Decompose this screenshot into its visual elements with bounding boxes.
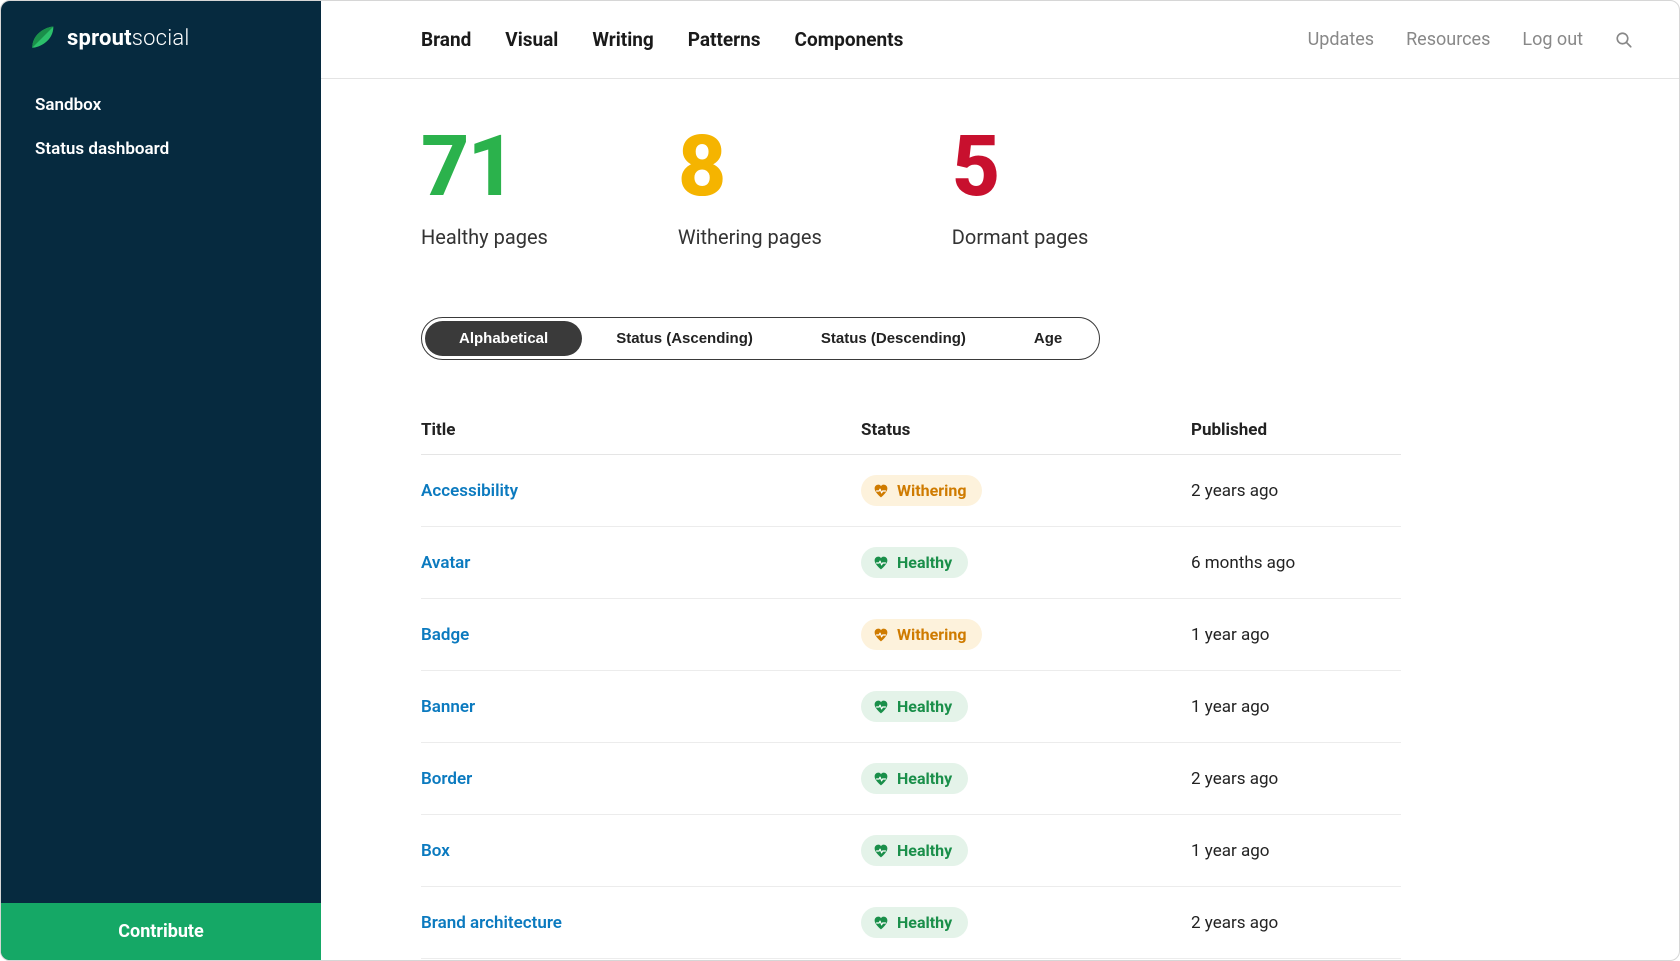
stat-value: 5 [952, 125, 1089, 209]
stat-block: 8 Withering pages [678, 125, 822, 249]
row-title-link[interactable]: Brand architecture [421, 913, 861, 933]
stat-value: 8 [678, 125, 822, 209]
topbar: Brand Visual Writing Patterns Components Upd… [321, 1, 1679, 79]
status-badge-label: Healthy [897, 913, 952, 932]
nav-primary-link[interactable]: Brand [421, 28, 471, 51]
sidebar: sproutsocial SandboxStatus dashboard Con… [1, 1, 321, 960]
row-title-link[interactable]: Badge [421, 625, 861, 645]
table-row: Box Healthy 1 year ago [421, 815, 1401, 887]
row-title-link[interactable]: Banner [421, 697, 861, 717]
row-status-cell: Healthy [861, 835, 1191, 866]
status-badge-label: Healthy [897, 553, 952, 572]
sidebar-nav: SandboxStatus dashboard [1, 79, 321, 175]
brand-text: sproutsocial [67, 26, 190, 51]
nav-secondary-link[interactable]: Updates [1308, 29, 1374, 50]
status-badge-label: Healthy [897, 697, 952, 716]
sort-option[interactable]: Status (Ascending) [582, 321, 787, 356]
table-row: Accessibility Withering 2 years ago [421, 455, 1401, 527]
table-header: Title Status Published [421, 406, 1401, 455]
heart-pulse-icon [873, 484, 889, 498]
heart-pulse-icon [873, 916, 889, 930]
secondary-nav: Updates Resources Log out [1308, 29, 1633, 50]
row-title-link[interactable]: Box [421, 841, 861, 861]
row-title-link[interactable]: Avatar [421, 553, 861, 573]
heart-pulse-icon [873, 844, 889, 858]
heart-pulse-icon [873, 700, 889, 714]
status-badge: Healthy [861, 907, 968, 938]
sort-option[interactable]: Status (Descending) [787, 321, 1000, 356]
status-badge: Withering [861, 619, 982, 650]
table-row: Border Healthy 2 years ago [421, 743, 1401, 815]
sort-segmented-control: AlphabeticalStatus (Ascending)Status (De… [421, 317, 1100, 360]
row-published: 1 year ago [1191, 697, 1401, 717]
row-published: 2 years ago [1191, 913, 1401, 933]
row-published: 1 year ago [1191, 841, 1401, 861]
status-badge-label: Withering [897, 625, 966, 644]
row-published: 6 months ago [1191, 553, 1401, 573]
nav-secondary-link[interactable]: Resources [1406, 29, 1490, 50]
row-title-link[interactable]: Accessibility [421, 481, 861, 501]
header-title: Title [421, 420, 861, 440]
nav-primary-link[interactable]: Patterns [688, 28, 761, 51]
stat-value: 71 [421, 125, 548, 209]
row-title-link[interactable]: Border [421, 769, 861, 789]
heart-pulse-icon [873, 772, 889, 786]
row-published: 2 years ago [1191, 769, 1401, 789]
stat-block: 71 Healthy pages [421, 125, 548, 249]
stat-label: Dormant pages [952, 225, 1089, 249]
leaf-icon [29, 25, 55, 51]
sidebar-item[interactable]: Sandbox [13, 83, 309, 127]
stat-block: 5 Dormant pages [952, 125, 1089, 249]
header-status: Status [861, 420, 1191, 440]
status-badge: Healthy [861, 835, 968, 866]
status-badge-label: Withering [897, 481, 966, 500]
table-row: Banner Healthy 1 year ago [421, 671, 1401, 743]
sort-option[interactable]: Age [1000, 321, 1096, 356]
brand-logo[interactable]: sproutsocial [1, 1, 321, 79]
row-status-cell: Healthy [861, 547, 1191, 578]
stat-label: Withering pages [678, 225, 822, 249]
table-row: Badge Withering 1 year ago [421, 599, 1401, 671]
row-published: 1 year ago [1191, 625, 1401, 645]
heart-pulse-icon [873, 556, 889, 570]
nav-primary-link[interactable]: Writing [592, 28, 653, 51]
header-published: Published [1191, 420, 1401, 440]
row-status-cell: Healthy [861, 763, 1191, 794]
heart-pulse-icon [873, 628, 889, 642]
table-row: Brand architecture Healthy 2 years ago [421, 887, 1401, 959]
stat-label: Healthy pages [421, 225, 548, 249]
stats-row: 71 Healthy pages 8 Withering pages 5 Dormant … [421, 125, 1579, 249]
nav-primary-link[interactable]: Components [795, 28, 904, 51]
table-row: Avatar Healthy 6 months ago [421, 527, 1401, 599]
contribute-button[interactable]: Contribute [1, 903, 321, 960]
row-status-cell: Healthy [861, 907, 1191, 938]
status-badge: Healthy [861, 547, 968, 578]
main-content: 71 Healthy pages 8 Withering pages 5 Dormant … [321, 79, 1679, 960]
pages-table: Title Status Published Accessibility With… [421, 406, 1401, 960]
status-badge: Withering [861, 475, 982, 506]
row-status-cell: Healthy [861, 691, 1191, 722]
status-badge: Healthy [861, 763, 968, 794]
row-published: 2 years ago [1191, 481, 1401, 501]
table-row: Brand beliefHealthy2 years ago [421, 959, 1401, 960]
row-status-cell: Withering [861, 619, 1191, 650]
search-icon[interactable] [1615, 31, 1633, 49]
status-badge: Healthy [861, 691, 968, 722]
sort-option[interactable]: Alphabetical [425, 321, 582, 356]
primary-nav: Brand Visual Writing Patterns Components [421, 28, 903, 51]
sidebar-item[interactable]: Status dashboard [13, 127, 309, 171]
status-badge-label: Healthy [897, 841, 952, 860]
status-badge-label: Healthy [897, 769, 952, 788]
nav-primary-link[interactable]: Visual [505, 28, 558, 51]
row-status-cell: Withering [861, 475, 1191, 506]
nav-secondary-link[interactable]: Log out [1522, 29, 1583, 50]
